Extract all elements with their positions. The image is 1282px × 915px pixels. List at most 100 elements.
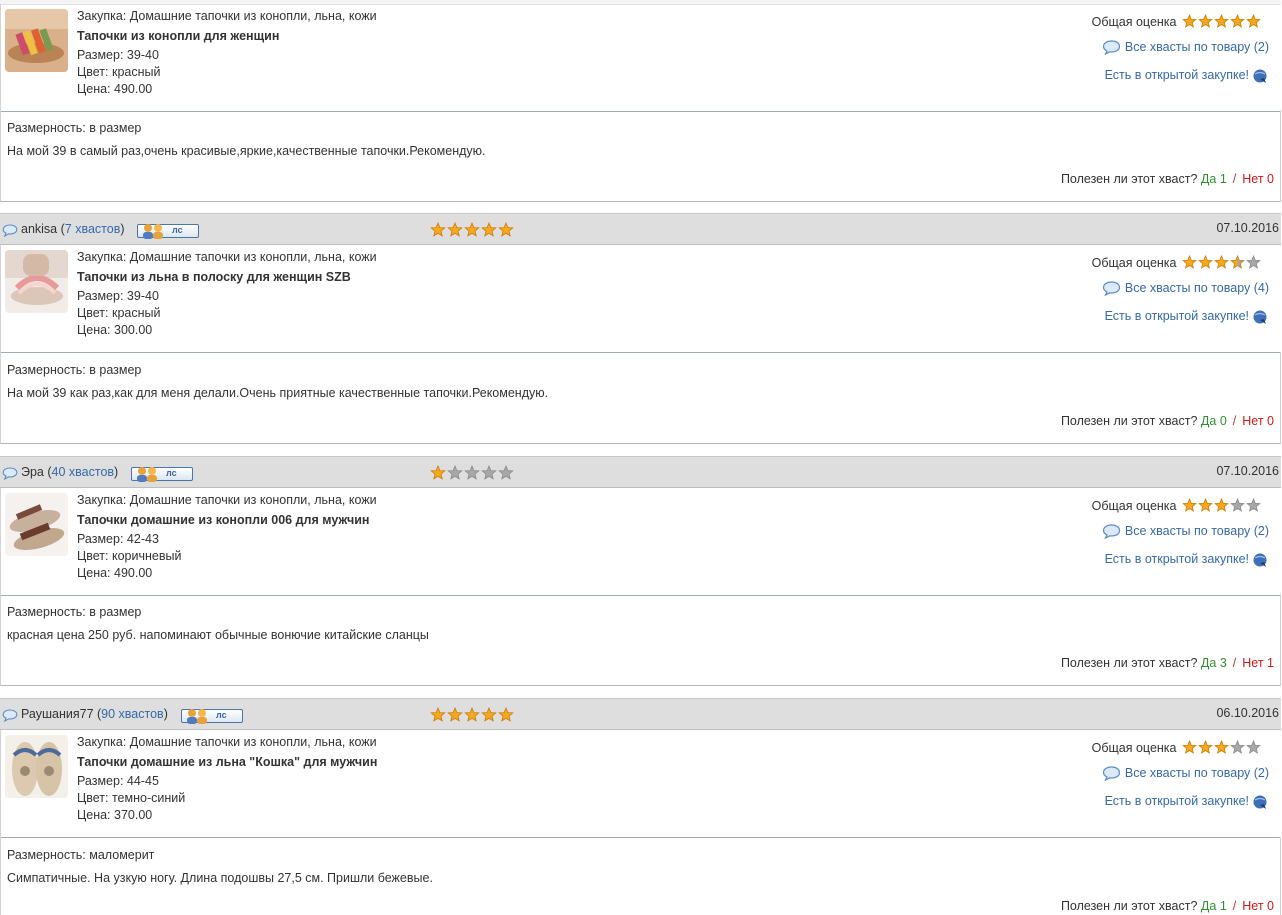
purchase-name[interactable]: Домашние тапочки из конопли, льна, кожи bbox=[130, 9, 377, 23]
price-label: Цена: bbox=[77, 323, 114, 337]
product-title[interactable]: Тапочки домашние из льна "Кошка" для муж… bbox=[77, 751, 377, 773]
product-thumbnail[interactable] bbox=[5, 250, 68, 313]
useful-question: Полезен ли этот хваст? bbox=[1060, 172, 1198, 186]
vote-yes[interactable]: Да 3 bbox=[1201, 656, 1227, 670]
sizing-line: Размерность: в размер bbox=[7, 605, 141, 619]
vote-yes[interactable]: Да 1 bbox=[1201, 172, 1227, 186]
sizing-value: в размер bbox=[89, 605, 142, 619]
author-review-count[interactable]: 90 хвастов bbox=[101, 707, 164, 721]
size-line: Размер: 42-43 bbox=[77, 531, 377, 548]
star-icon bbox=[1198, 739, 1213, 754]
purchase-name[interactable]: Домашние тапочки из конопли, льна, кожи bbox=[130, 493, 377, 507]
star-icon bbox=[447, 706, 463, 722]
yes-label: Да bbox=[1200, 172, 1217, 186]
purchase-name[interactable]: Домашние тапочки из конопли, льна, кожи bbox=[130, 250, 377, 264]
speech-bubble-icon bbox=[1102, 281, 1120, 297]
review-header: Раушания77 (90 хвастов) лс 06.10.2016 bbox=[0, 698, 1281, 730]
all-reviews-link[interactable]: Все хвасты по товару (2) bbox=[1102, 524, 1269, 540]
overall-rating: Общая оценка bbox=[1092, 497, 1262, 516]
size-label: Размер: bbox=[77, 774, 127, 788]
all-reviews-text[interactable]: Все хвасты по товару (2) bbox=[1125, 40, 1269, 54]
overall-rating: Общая оценка bbox=[1092, 13, 1262, 32]
star-icon bbox=[464, 706, 480, 722]
vote-yes[interactable]: Да 1 bbox=[1201, 899, 1227, 913]
color-value: коричневый bbox=[111, 549, 182, 563]
vote-separator: / bbox=[1232, 414, 1237, 428]
author-review-count[interactable]: 7 хвастов bbox=[65, 222, 121, 236]
product-thumbnail[interactable] bbox=[5, 493, 68, 556]
author-review-count[interactable]: 40 хвастов bbox=[52, 465, 115, 479]
color-value: темно-синий bbox=[111, 791, 186, 805]
star-icon bbox=[498, 221, 514, 237]
vote-no[interactable]: Нет 0 bbox=[1242, 899, 1274, 913]
overall-rating-label: Общая оценка bbox=[1091, 256, 1177, 270]
star-icon bbox=[498, 706, 514, 722]
yes-count: 3 bbox=[1219, 656, 1227, 670]
author-name[interactable]: Раушания77 bbox=[21, 707, 94, 721]
author-name[interactable]: Эра bbox=[21, 465, 44, 479]
speech-bubble-icon bbox=[2, 224, 18, 237]
globe-arrow-icon bbox=[1253, 69, 1267, 83]
open-purchase-link[interactable]: Есть в открытой закупке! bbox=[1105, 67, 1269, 84]
color-line: Цвет: красный bbox=[77, 64, 377, 81]
all-reviews-text[interactable]: Все хвасты по товару (4) bbox=[1125, 281, 1269, 295]
star-icon bbox=[498, 464, 514, 480]
color-line: Цвет: коричневый bbox=[77, 548, 377, 565]
no-label: Нет bbox=[1242, 656, 1264, 670]
vote-no[interactable]: Нет 0 bbox=[1242, 414, 1274, 428]
product-title[interactable]: Тапочки домашние из конопли 006 для мужч… bbox=[77, 509, 377, 531]
open-purchase-text[interactable]: Есть в открытой закупке! bbox=[1105, 552, 1249, 566]
speech-bubble-icon bbox=[1102, 524, 1120, 540]
vote-no[interactable]: Нет 0 bbox=[1242, 172, 1274, 186]
open-purchase-text[interactable]: Есть в открытой закупке! bbox=[1105, 309, 1249, 323]
overall-rating-stars bbox=[1182, 497, 1262, 516]
vote-no[interactable]: Нет 1 bbox=[1242, 656, 1274, 670]
star-icon bbox=[1230, 13, 1245, 28]
price-line: Цена: 300.00 bbox=[77, 322, 377, 339]
private-message-button[interactable]: лс bbox=[137, 224, 199, 239]
purchase-name[interactable]: Домашние тапочки из конопли, льна, кожи bbox=[130, 735, 377, 749]
author-name[interactable]: ankisa bbox=[21, 222, 57, 236]
color-value: красный bbox=[111, 306, 161, 320]
purchase-line: Закупка: Домашние тапочки из конопли, ль… bbox=[77, 249, 377, 266]
color-line: Цвет: темно-синий bbox=[77, 790, 377, 807]
price-line: Цена: 490.00 bbox=[77, 565, 377, 582]
open-purchase-text[interactable]: Есть в открытой закупке! bbox=[1105, 68, 1249, 82]
open-purchase-link[interactable]: Есть в открытой закупке! bbox=[1105, 793, 1269, 810]
private-message-button[interactable]: лс bbox=[131, 467, 193, 482]
color-value: красный bbox=[111, 65, 161, 79]
speech-bubble-icon bbox=[2, 709, 18, 722]
private-message-button[interactable]: лс bbox=[181, 709, 243, 724]
product-thumbnail[interactable] bbox=[5, 735, 68, 798]
product-info: Закупка: Домашние тапочки из конопли, ль… bbox=[77, 8, 377, 98]
product-title[interactable]: Тапочки из льна в полоску для женщин SZB bbox=[77, 266, 377, 288]
star-icon bbox=[1230, 497, 1245, 512]
all-reviews-link[interactable]: Все хвасты по товару (2) bbox=[1102, 40, 1269, 56]
product-title[interactable]: Тапочки из конопли для женщин bbox=[77, 25, 377, 47]
open-purchase-text[interactable]: Есть в открытой закупке! bbox=[1105, 794, 1249, 808]
all-reviews-link[interactable]: Все хвасты по товару (4) bbox=[1102, 281, 1269, 297]
product-thumbnail[interactable] bbox=[5, 9, 68, 72]
open-purchase-link[interactable]: Есть в открытой закупке! bbox=[1105, 551, 1269, 568]
price-value: 370.00 bbox=[114, 808, 153, 822]
purchase-line: Закупка: Домашние тапочки из конопли, ль… bbox=[77, 8, 377, 25]
all-reviews-link[interactable]: Все хвасты по товару (2) bbox=[1102, 766, 1269, 782]
all-reviews-text[interactable]: Все хвасты по товару (2) bbox=[1125, 766, 1269, 780]
yes-count: 1 bbox=[1219, 172, 1227, 186]
globe-arrow-icon bbox=[1253, 795, 1267, 809]
star-icon bbox=[1182, 739, 1197, 754]
vote-separator: / bbox=[1232, 172, 1237, 186]
no-label: Нет bbox=[1242, 899, 1264, 913]
review-header: ankisa (7 хвастов) лс 07.10.2016 bbox=[0, 213, 1281, 245]
star-icon bbox=[1214, 739, 1229, 754]
yes-count: 0 bbox=[1219, 414, 1227, 428]
open-purchase-link[interactable]: Есть в открытой закупке! bbox=[1105, 308, 1269, 325]
users-icon bbox=[143, 224, 163, 239]
color-label: Цвет: bbox=[77, 549, 112, 563]
all-reviews-text[interactable]: Все хвасты по товару (2) bbox=[1125, 524, 1269, 538]
review-author: ankisa (7 хвастов) bbox=[21, 222, 125, 236]
vote-yes[interactable]: Да 0 bbox=[1201, 414, 1227, 428]
star-icon bbox=[430, 221, 446, 237]
size-label: Размер: bbox=[77, 532, 127, 546]
price-value: 490.00 bbox=[114, 566, 153, 580]
